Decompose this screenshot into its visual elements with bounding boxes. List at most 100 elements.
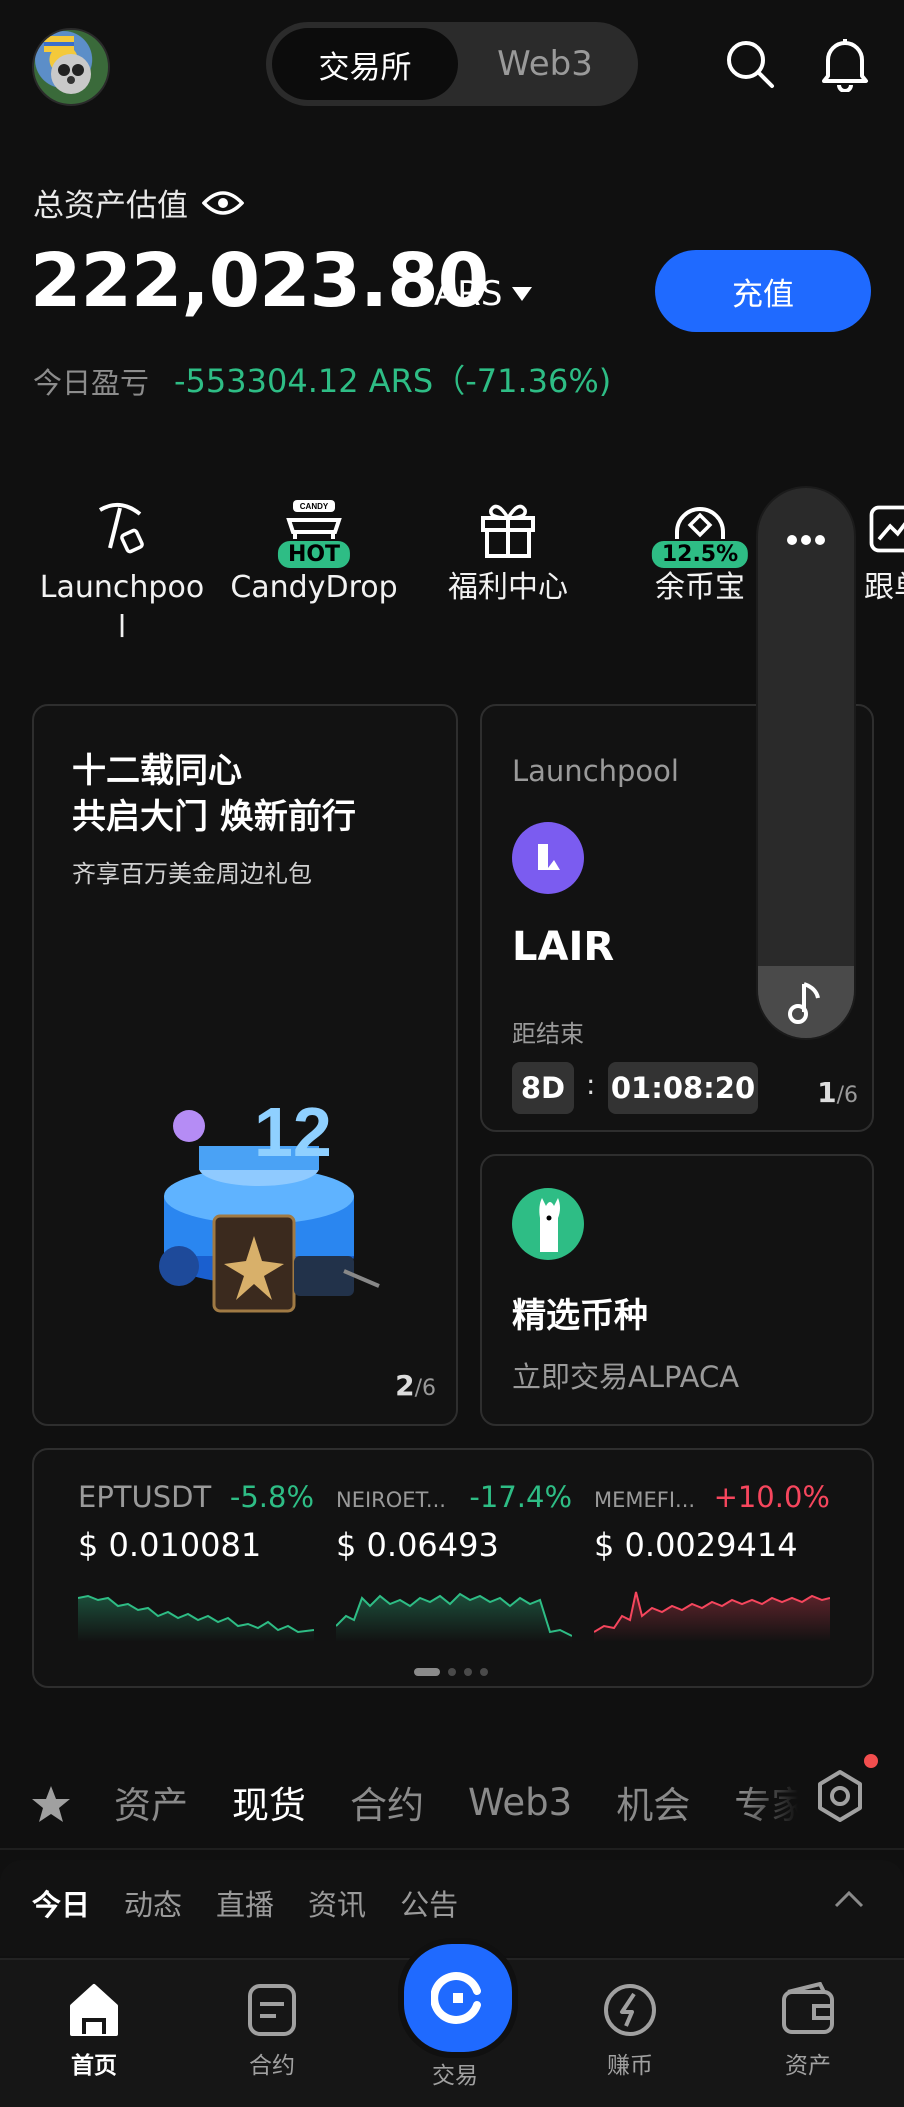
chevron-up-icon[interactable] — [834, 1890, 864, 1908]
pickaxe-icon — [32, 470, 212, 560]
caret-down-icon — [512, 287, 533, 301]
total-assets-value: 222,023.80 — [30, 238, 489, 324]
tab-assets[interactable]: 资产 — [114, 1775, 188, 1829]
ticker-item[interactable]: NEIROET... -17.4% $ 0.06493 — [336, 1480, 572, 1642]
divider — [0, 1848, 904, 1850]
ticker-card[interactable]: EPTUSDT -5.8% $ 0.010081 NEIROET... -17.… — [32, 1448, 874, 1688]
promo-title-line2: 共启大门 焕新前行 — [72, 797, 356, 837]
nav-label: 合约 — [249, 2053, 295, 2079]
deposit-button[interactable]: 充值 — [655, 250, 871, 332]
currency-selector[interactable]: ARS — [434, 274, 533, 314]
sparkline — [78, 1594, 314, 1642]
nav-earn[interactable]: 赚币 — [570, 1982, 690, 2080]
promo-title: 十二载同心 共启大门 焕新前行 — [72, 748, 356, 840]
tab-futures[interactable]: 合约 — [350, 1775, 424, 1829]
tab-web3[interactable]: Web3 — [468, 1781, 572, 1824]
launchpool-pager: 1/6 — [817, 1076, 858, 1109]
ticker-symbol: EPTUSDT — [78, 1480, 212, 1514]
trade-icon — [431, 1972, 481, 2024]
subtab-live[interactable]: 直播 — [216, 1882, 274, 1924]
featured-title: 精选币种 — [512, 1296, 648, 1336]
nav-assets[interactable]: 资产 — [748, 1982, 868, 2080]
promo-pager: 2/6 — [395, 1369, 436, 1402]
tab-spot[interactable]: 现货 — [232, 1775, 306, 1829]
futures-icon — [248, 1984, 296, 2036]
search-icon[interactable] — [724, 38, 776, 90]
avatar[interactable] — [32, 28, 110, 106]
sparkline — [336, 1592, 572, 1642]
ticker-price: $ 0.0029414 — [594, 1526, 798, 1564]
nav-trade-button[interactable] — [398, 1938, 518, 2058]
subtab-today[interactable]: 今日 — [32, 1882, 90, 1924]
subtab-announcements[interactable]: 公告 — [400, 1882, 458, 1924]
ticker-item[interactable]: MEMEFI... +10.0% $ 0.0029414 — [594, 1480, 830, 1642]
bell-icon[interactable] — [818, 36, 872, 92]
ticker-symbol: MEMEFI... — [594, 1488, 696, 1512]
settings-gear-icon[interactable] — [812, 1768, 868, 1824]
featured-subtitle: 立即交易ALPACA — [512, 1360, 740, 1394]
countdown-time: 01:08:20 — [608, 1062, 758, 1114]
ticker-item[interactable]: EPTUSDT -5.8% $ 0.010081 — [78, 1480, 314, 1642]
more-icon[interactable] — [758, 530, 854, 550]
star-icon[interactable] — [30, 1784, 72, 1824]
alpaca-logo-icon — [512, 1188, 584, 1260]
tab-web3[interactable]: Web3 — [458, 28, 632, 100]
wallet-icon — [782, 1982, 834, 2034]
quick-candydrop[interactable]: CANDY HOT CandyDrop — [224, 470, 404, 608]
ticker-pagination — [414, 1668, 488, 1676]
sparkline — [594, 1591, 830, 1642]
nav-home[interactable]: 首页 — [34, 1982, 154, 2080]
promo-page: 2 — [395, 1369, 415, 1402]
pnl-label: 今日盈亏 — [33, 366, 150, 400]
tab-exchange[interactable]: 交易所 — [272, 28, 458, 100]
total-assets-label: 总资产估值 — [33, 180, 244, 225]
quick-label: 福利中心 — [448, 570, 568, 605]
ends-label: 距结束 — [512, 1020, 584, 1048]
quick-label: Launchpool — [39, 570, 205, 645]
promo-total: /6 — [414, 1376, 436, 1401]
promo-card[interactable]: 十二载同心 共启大门 焕新前行 齐享百万美金周边礼包 12 2/6 — [32, 704, 458, 1426]
ticker-price: $ 0.06493 — [336, 1526, 499, 1564]
total-assets-text: 总资产估值 — [33, 188, 188, 224]
gift-icon — [418, 470, 598, 560]
hot-badge: HOT — [275, 539, 353, 570]
featured-coin-card[interactable]: 精选币种 立即交易ALPACA — [480, 1154, 874, 1426]
music-note-icon[interactable] — [758, 966, 854, 1038]
floating-assistant-rail[interactable] — [758, 488, 854, 1038]
ticker-price: $ 0.010081 — [78, 1526, 262, 1564]
countdown-days: 8D — [512, 1062, 574, 1114]
tab-opportunity[interactable]: 机会 — [616, 1775, 690, 1829]
ticker-change: +10.0% — [713, 1480, 830, 1514]
tabs-fade — [742, 1760, 822, 1840]
nav-trade-label: 交易 — [432, 2063, 478, 2089]
svg-text:CANDY: CANDY — [300, 502, 329, 511]
quick-rewards[interactable]: 福利中心 — [418, 470, 598, 608]
anniversary-cake-illustration: 12 — [134, 1086, 384, 1316]
lair-logo-icon — [512, 822, 584, 894]
exchange-web3-toggle[interactable]: 交易所 Web3 — [266, 22, 638, 106]
launchpool-label: Launchpool — [512, 754, 679, 788]
countdown-separator: : — [586, 1068, 596, 1101]
candy-icon: CANDY HOT — [224, 470, 404, 570]
ticker-change: -17.4% — [469, 1480, 572, 1514]
ticker-change: -5.8% — [229, 1480, 314, 1514]
nav-label: 资产 — [785, 2053, 831, 2079]
quick-label: CandyDrop — [230, 570, 398, 605]
notification-dot — [864, 1754, 878, 1768]
launchpool-page: 1 — [817, 1076, 837, 1109]
home-icon — [70, 1984, 118, 2036]
subtab-feed[interactable]: 动态 — [124, 1882, 182, 1924]
subtab-news[interactable]: 资讯 — [308, 1882, 366, 1924]
earn-icon — [604, 1984, 656, 2036]
svg-text:12: 12 — [254, 1093, 332, 1171]
apy-badge: 12.5% — [649, 539, 751, 570]
eye-icon[interactable] — [202, 189, 244, 217]
promo-title-line1: 十二载同心 — [72, 751, 242, 791]
ticker-symbol: NEIROET... — [336, 1488, 446, 1512]
quick-launchpool[interactable]: Launchpool — [32, 470, 212, 648]
nav-label: 首页 — [71, 2053, 117, 2079]
nav-futures[interactable]: 合约 — [212, 1982, 332, 2080]
nav-label: 赚币 — [607, 2053, 653, 2079]
pnl-value: -553304.12 ARS（-71.36%) — [174, 362, 612, 400]
launchpool-token: LAIR — [512, 924, 615, 970]
